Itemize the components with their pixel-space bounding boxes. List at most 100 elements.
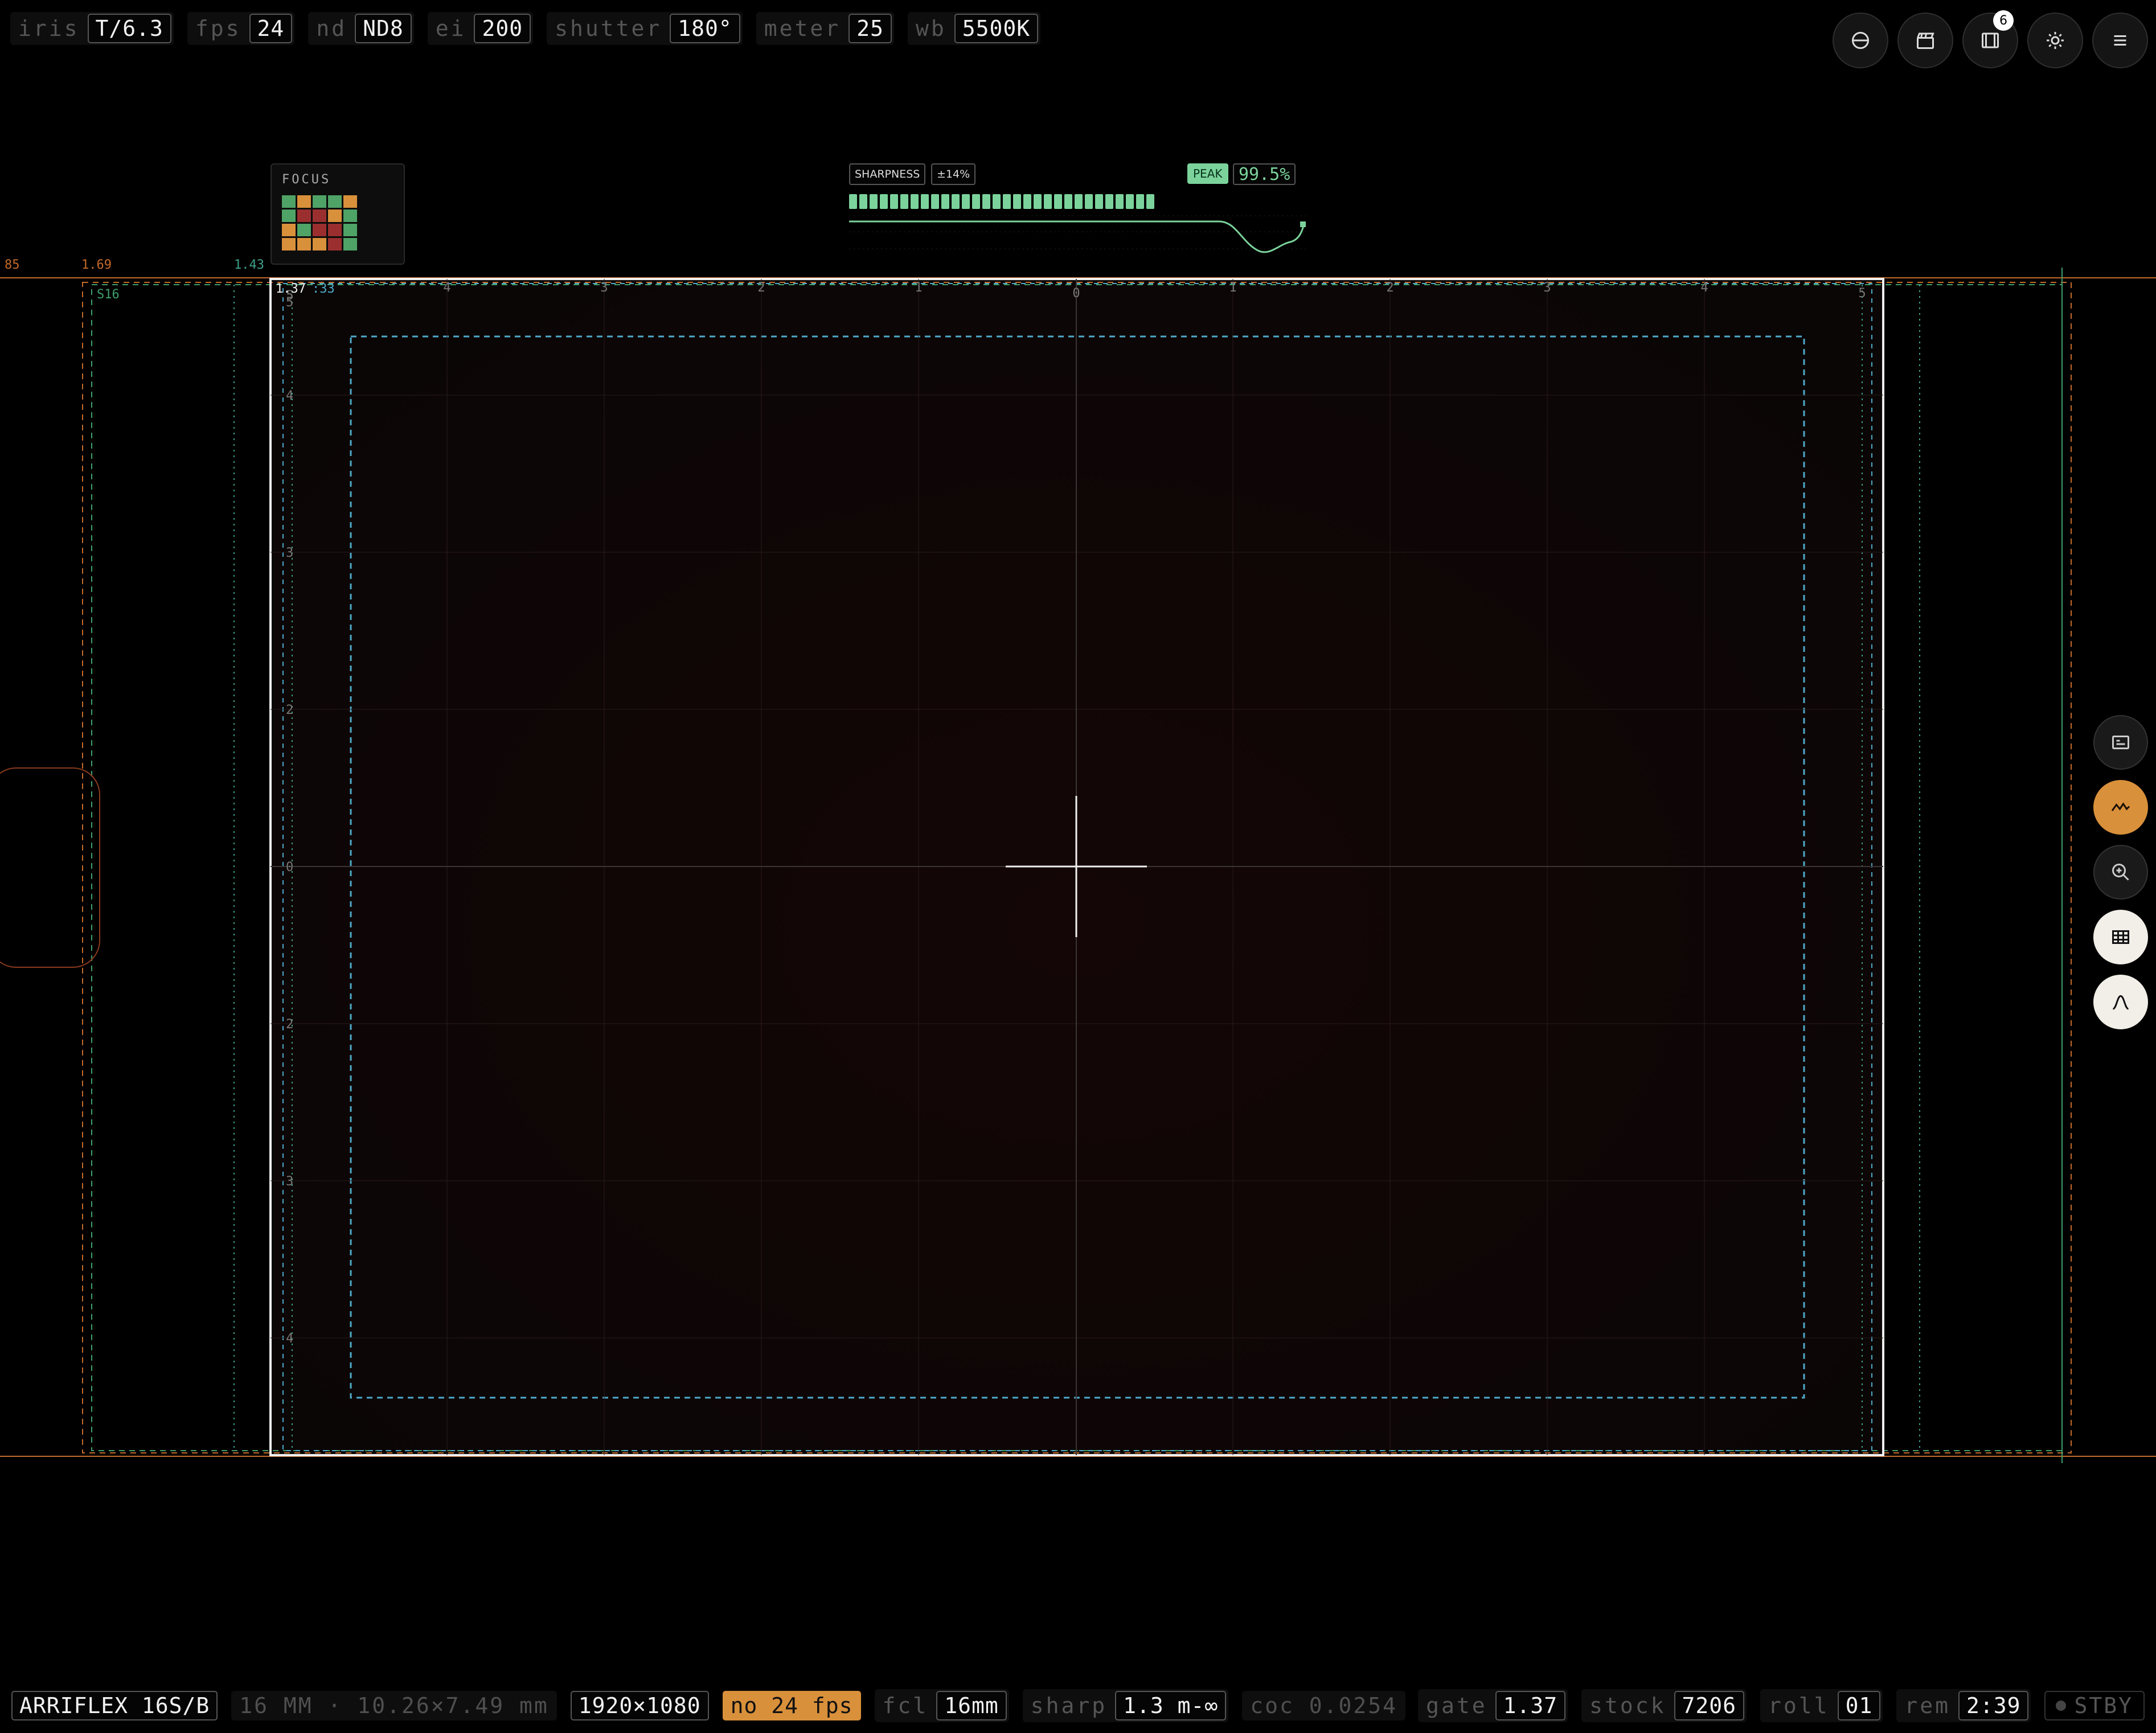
ratio-label: 1.69 xyxy=(81,258,112,272)
param-value[interactable]: 200 xyxy=(474,14,531,43)
sharpness-bar xyxy=(1146,194,1154,209)
coc-value: coc 0.0254 xyxy=(1242,1691,1406,1720)
focus-widget[interactable]: FOCUS xyxy=(270,163,405,265)
stock-label: stock xyxy=(1589,1693,1666,1718)
ruler-left-tick: 4 xyxy=(286,1332,293,1346)
roll-label: roll xyxy=(1768,1693,1830,1718)
param-iris[interactable]: iris T/6.3 xyxy=(10,12,174,45)
param-value[interactable]: 5500K xyxy=(954,14,1039,43)
film-button[interactable]: 6 xyxy=(1962,10,2018,68)
ruler-top-tick: 1 xyxy=(915,281,922,295)
clapper-icon xyxy=(1917,32,1934,49)
bottom-status-bar: ARRIFLEX 16S/B 16 MM · 10.26×7.49 mm 192… xyxy=(11,1689,1406,1723)
focus-cell xyxy=(297,224,311,236)
ruler-left-tick: 5 xyxy=(286,295,293,310)
aperture-button[interactable] xyxy=(1833,13,1888,68)
focus-cell xyxy=(313,238,326,250)
grid-icon xyxy=(2112,930,2129,944)
sharpness-bar xyxy=(972,194,980,209)
focus-title: FOCUS xyxy=(282,173,331,187)
param-rem[interactable]: rem 2:39 xyxy=(1896,1689,2031,1722)
sharpness-bar xyxy=(1105,194,1113,209)
ruler-top-tick: 1 xyxy=(1229,281,1236,295)
ratio-label: 85 xyxy=(5,258,20,272)
param-sharp[interactable]: sharp 1.3 m-∞ xyxy=(1022,1689,1229,1722)
sharpness-bar xyxy=(993,194,1001,209)
camera-model[interactable]: ARRIFLEX 16S/B xyxy=(11,1691,218,1720)
frame-guide-button[interactable] xyxy=(2093,715,2148,770)
param-roll[interactable]: roll 01 xyxy=(1760,1689,1883,1722)
frame-guide-icon xyxy=(2112,736,2129,749)
sharpness-bar xyxy=(1023,194,1031,209)
param-value[interactable]: 24 xyxy=(249,14,293,43)
zoom-icon xyxy=(2112,864,2129,881)
sharpness-bar xyxy=(931,194,939,209)
zoom-button[interactable] xyxy=(2093,845,2148,900)
ruler-top-tick: 5 xyxy=(1858,286,1866,301)
waveform-icon xyxy=(2111,802,2130,811)
grid-button[interactable] xyxy=(2093,910,2148,964)
param-meter[interactable]: meter 25 xyxy=(756,12,894,45)
focus-cell xyxy=(313,210,326,222)
param-wb[interactable]: wb 5500K xyxy=(907,12,1041,45)
ruler-top-tick: 3 xyxy=(600,281,608,295)
standby-status[interactable]: STBY xyxy=(2044,1691,2145,1720)
param-gate[interactable]: gate 1.37 xyxy=(1418,1689,1568,1722)
resolution[interactable]: 1920×1080 xyxy=(570,1691,709,1720)
roll-value[interactable]: 01 xyxy=(1837,1691,1881,1720)
menu-button[interactable] xyxy=(2092,13,2148,68)
param-nd[interactable]: nd ND8 xyxy=(308,12,414,45)
fcl-label: fcl xyxy=(882,1693,929,1718)
clapper-button[interactable] xyxy=(1897,13,1953,68)
brightness-button[interactable] xyxy=(2027,13,2083,68)
ruler-top-tick: 0 xyxy=(1072,286,1080,301)
param-shutter[interactable]: shutter 180° xyxy=(547,12,743,45)
stock-value[interactable]: 7206 xyxy=(1674,1691,1745,1720)
peaking-button[interactable] xyxy=(2093,975,2148,1029)
param-value[interactable]: 25 xyxy=(849,14,892,43)
focus-cell xyxy=(282,195,296,208)
param-value[interactable]: T/6.3 xyxy=(87,14,171,43)
gate-label: gate xyxy=(1426,1693,1487,1718)
peak-badge: PEAK xyxy=(1187,163,1228,184)
focus-cell xyxy=(328,238,342,250)
param-label: nd xyxy=(316,16,347,41)
sharpness-bar xyxy=(1116,194,1124,209)
ruler-top-tick: 2 xyxy=(1386,281,1393,295)
sharpness-bar xyxy=(1044,194,1052,209)
s16-label: S16 xyxy=(97,288,120,302)
param-ei[interactable]: ei 200 xyxy=(427,12,534,45)
ratio-label: 1.43 xyxy=(234,258,264,272)
ruler-top-tick: 2 xyxy=(757,281,765,295)
sharpness-bar xyxy=(1003,194,1011,209)
peak-value: 99.5% xyxy=(1233,163,1296,185)
sharpness-bar xyxy=(921,194,929,209)
sharpness-bars xyxy=(849,194,1154,209)
film-icon xyxy=(1982,32,1999,48)
peaking-icon xyxy=(2112,995,2129,1010)
focus-cell xyxy=(313,224,326,236)
sharpness-bar xyxy=(941,194,949,209)
param-fps[interactable]: fps 24 xyxy=(187,12,295,45)
param-value[interactable]: 180° xyxy=(670,14,740,43)
gate-value[interactable]: 1.37 xyxy=(1495,1691,1566,1720)
left-panel-handle[interactable] xyxy=(0,767,100,968)
param-label: meter xyxy=(764,16,841,41)
sharpness-bar xyxy=(982,194,990,209)
sharpness-bar xyxy=(911,194,919,209)
fps-warning: no 24 fps xyxy=(722,1691,861,1720)
focus-cell xyxy=(343,238,357,250)
ruler-left-tick: 0 xyxy=(286,860,293,874)
waveform-button[interactable] xyxy=(2093,780,2148,835)
param-value[interactable]: ND8 xyxy=(355,14,412,43)
focus-grid xyxy=(282,195,357,250)
param-stock[interactable]: stock 7206 xyxy=(1581,1689,1747,1722)
sharpness-label: SHARPNESS xyxy=(849,163,926,185)
param-label: wb xyxy=(915,16,946,41)
fcl-value[interactable]: 16mm xyxy=(936,1691,1007,1720)
focus-cell xyxy=(328,224,342,236)
ruler-left-tick: 2 xyxy=(286,703,293,717)
param-fcl[interactable]: fcl 16mm xyxy=(874,1689,1009,1722)
brightness-icon xyxy=(2047,32,2064,49)
sharp-value[interactable]: 1.3 m-∞ xyxy=(1115,1691,1227,1720)
